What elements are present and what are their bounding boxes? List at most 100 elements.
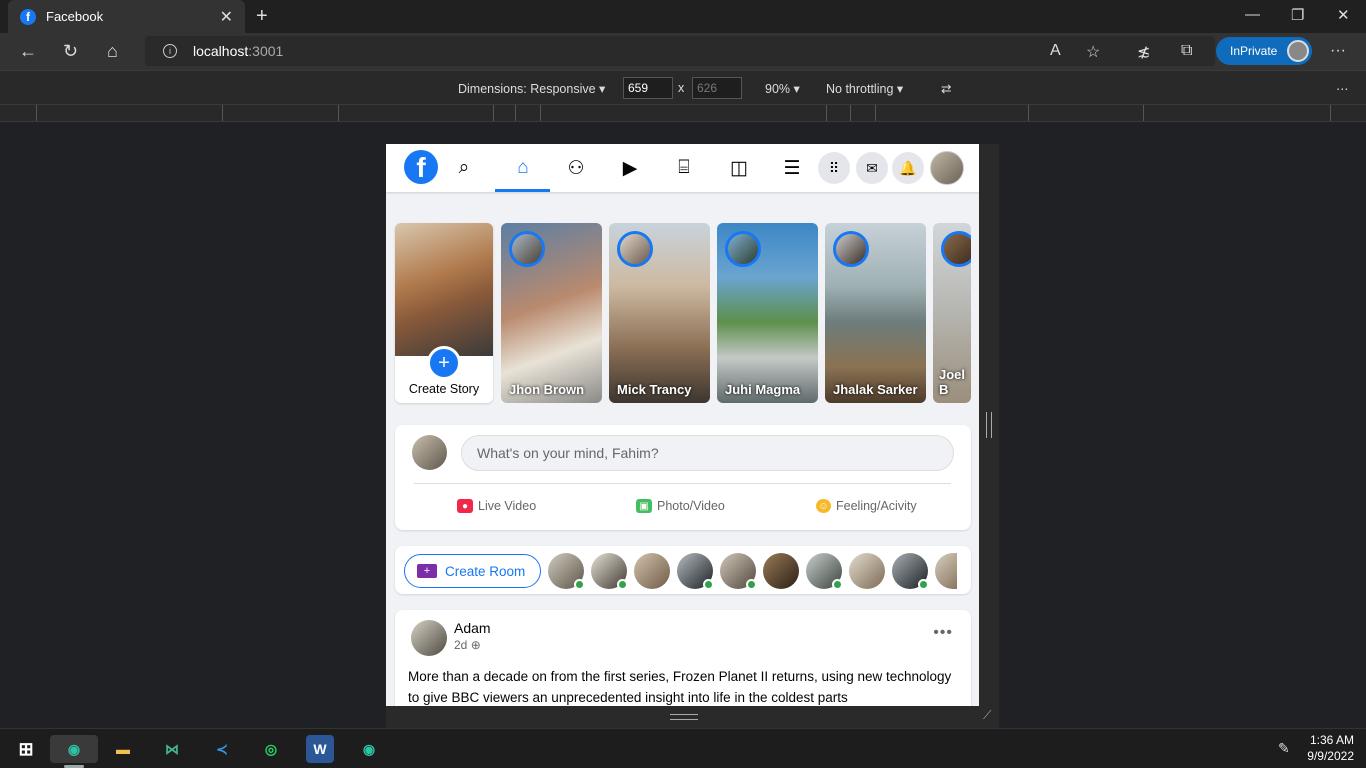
groups-nav-icon[interactable]: ◫	[726, 156, 752, 180]
create-room-button[interactable]: + Create Room	[404, 554, 541, 588]
inprivate-button[interactable]: InPrivate	[1216, 37, 1312, 65]
facebook-logo-icon[interactable]: f	[404, 150, 438, 184]
browser-tab[interactable]: f Facebook ✕	[8, 0, 245, 33]
dimensions-dropdown[interactable]: Dimensions: Responsive ▾	[458, 81, 605, 96]
whatsapp-icon[interactable]: ◎	[257, 735, 285, 763]
viewport-resize-handle-bottom[interactable]	[670, 714, 698, 720]
story-card[interactable]: Mick Trancy	[609, 223, 710, 403]
account-avatar[interactable]	[930, 151, 964, 185]
marketplace-nav-icon[interactable]: ⌸	[671, 156, 697, 180]
post-time: 2d ⊕	[454, 638, 481, 652]
story-name: Jhon Brown	[509, 382, 585, 397]
online-indicator	[918, 579, 929, 590]
photo-video-icon: ▣	[636, 499, 652, 513]
home-nav-icon[interactable]: ⌂	[510, 156, 536, 180]
width-input[interactable]: 659	[623, 77, 673, 99]
room-contact-avatar[interactable]	[849, 553, 885, 589]
pen-icon[interactable]: ✎	[1278, 740, 1290, 757]
viewport-resize-handle-right[interactable]	[986, 412, 992, 438]
height-input[interactable]: 626	[692, 77, 742, 99]
zoom-dropdown[interactable]: 90% ▾	[765, 81, 800, 96]
room-contact-avatar[interactable]	[806, 553, 843, 590]
rotate-icon[interactable]: ⇄	[941, 81, 951, 96]
viewport-resize-corner-icon[interactable]: ⟋	[983, 708, 991, 723]
file-explorer-icon[interactable]: ▬	[109, 735, 137, 763]
search-icon[interactable]: ⌕	[451, 156, 477, 180]
post-text: More than a decade on from the first ser…	[408, 669, 952, 705]
tab-title: Facebook	[46, 9, 104, 24]
room-contact-avatar[interactable]	[763, 553, 799, 589]
feeling-icon: ☺	[816, 499, 831, 513]
visual-studio-icon[interactable]: ⋈	[158, 735, 186, 763]
notifications-bell-icon[interactable]: 🔔	[892, 152, 924, 184]
post-author-avatar[interactable]	[411, 620, 447, 656]
composer-input[interactable]: What's on your mind, Fahim?	[461, 435, 954, 471]
feeling-activity-button[interactable]: ☺ Feeling/Acivity	[816, 499, 917, 513]
room-contact-avatar[interactable]	[548, 553, 585, 590]
clock-date: 9/9/2022	[1307, 749, 1354, 763]
windows-start-icon[interactable]: ⊞	[12, 735, 40, 763]
address-port: :3001	[248, 43, 284, 59]
story-card[interactable]: Juhi Magma	[717, 223, 818, 403]
story-card[interactable]: Jhalak Sarker	[825, 223, 926, 403]
system-clock[interactable]: 1:36 AM 9/9/2022	[1307, 732, 1354, 764]
add-favorite-icon[interactable]: ☆	[1086, 42, 1100, 62]
throttling-dropdown[interactable]: No throttling ▾	[826, 81, 903, 96]
story-name: Mick Trancy	[617, 382, 692, 397]
room-contact-avatar[interactable]	[720, 553, 757, 590]
create-story-plus-icon[interactable]: +	[427, 346, 461, 380]
create-room-label: Create Room	[445, 563, 526, 579]
site-info-icon[interactable]: i	[163, 44, 177, 58]
throttling-label: No throttling	[826, 82, 894, 96]
room-contact-avatar[interactable]	[591, 553, 628, 590]
watch-nav-icon[interactable]: ▶	[617, 156, 643, 180]
story-card[interactable]: Joel B	[933, 223, 971, 403]
room-contact-avatar[interactable]	[892, 553, 929, 590]
close-tab-icon[interactable]: ✕	[220, 7, 233, 27]
feeling-label: Feeling/Acivity	[836, 499, 917, 513]
home-icon[interactable]: ⌂	[107, 41, 118, 62]
vscode-icon[interactable]: ≺	[208, 735, 236, 763]
collections-icon[interactable]: ⧉	[1181, 42, 1192, 60]
room-contact-avatar[interactable]	[935, 553, 957, 589]
post-author-name[interactable]: Adam	[454, 620, 491, 636]
photo-video-button[interactable]: ▣ Photo/Video	[636, 499, 725, 513]
stories-row: + Create Story Jhon Brown Mick Trancy Ju…	[395, 223, 971, 403]
live-video-button[interactable]: ● Live Video	[457, 499, 536, 513]
restore-icon[interactable]: ❐	[1291, 6, 1304, 24]
edge-taskbar-icon[interactable]: ◉	[50, 735, 98, 763]
story-card[interactable]: Jhon Brown	[501, 223, 602, 403]
story-avatar	[725, 231, 761, 267]
new-tab-icon[interactable]: +	[256, 5, 268, 28]
word-icon[interactable]: W	[306, 735, 334, 763]
refresh-icon[interactable]: ↻	[63, 41, 78, 62]
emulated-viewport: f ⌕ ⌂ ⚇ ▶ ⌸ ◫ ☰ ⠿ ✉ 🔔 + Create Story Jho…	[386, 144, 979, 706]
more-options-icon[interactable]: ···	[1330, 42, 1346, 60]
profile-avatar	[1287, 40, 1309, 62]
read-aloud-icon[interactable]: A	[1050, 42, 1061, 60]
apps-grid-icon[interactable]: ⠿	[818, 152, 850, 184]
friends-nav-icon[interactable]: ⚇	[563, 156, 589, 180]
back-icon[interactable]: ←	[19, 41, 37, 62]
favorites-icon[interactable]: ≴	[1137, 42, 1150, 62]
online-indicator	[617, 579, 628, 590]
edge-dev-icon[interactable]: ◉	[355, 735, 383, 763]
post-composer: What's on your mind, Fahim? ● Live Video…	[395, 425, 971, 530]
messenger-icon[interactable]: ✉	[856, 152, 888, 184]
minimize-icon[interactable]: —	[1245, 6, 1260, 23]
rooms-bar: + Create Room	[395, 546, 971, 594]
device-more-icon[interactable]: ⋯	[1336, 81, 1349, 96]
facebook-navbar: f ⌕ ⌂ ⚇ ▶ ⌸ ◫ ☰ ⠿ ✉ 🔔	[386, 144, 979, 192]
room-contact-avatar[interactable]	[677, 553, 714, 590]
story-avatar	[833, 231, 869, 267]
dimensions-label: Dimensions: Responsive	[458, 82, 596, 96]
story-name: Juhi Magma	[725, 382, 801, 397]
menu-icon[interactable]: ☰	[779, 156, 805, 180]
story-name: Jhalak Sarker	[833, 382, 918, 397]
browser-titlebar: f Facebook ✕ + — ❐ ✕	[0, 0, 1366, 33]
close-window-icon[interactable]: ✕	[1337, 6, 1350, 24]
photo-video-label: Photo/Video	[657, 499, 725, 513]
create-story-card[interactable]: + Create Story	[395, 223, 493, 403]
post-options-icon[interactable]: •••	[933, 624, 953, 642]
room-contact-avatar[interactable]	[634, 553, 670, 589]
